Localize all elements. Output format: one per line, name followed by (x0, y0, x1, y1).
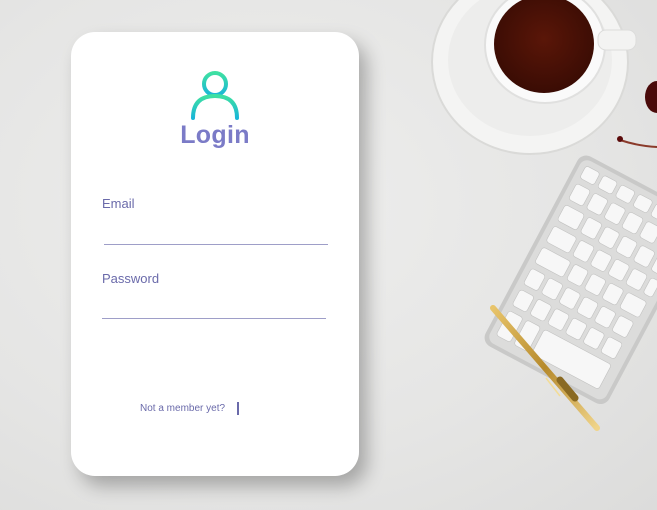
password-field[interactable] (102, 294, 326, 319)
text-caret (237, 402, 239, 415)
user-icon (191, 71, 239, 120)
keyboard (484, 155, 657, 405)
login-card: Login Email Password Not a member yet? (71, 32, 359, 476)
email-field[interactable] (104, 220, 328, 245)
password-label: Password (102, 271, 160, 286)
login-title: Login (180, 121, 250, 149)
signup-link[interactable]: Not a member yet? (140, 403, 225, 414)
email-label: Email (102, 196, 135, 211)
